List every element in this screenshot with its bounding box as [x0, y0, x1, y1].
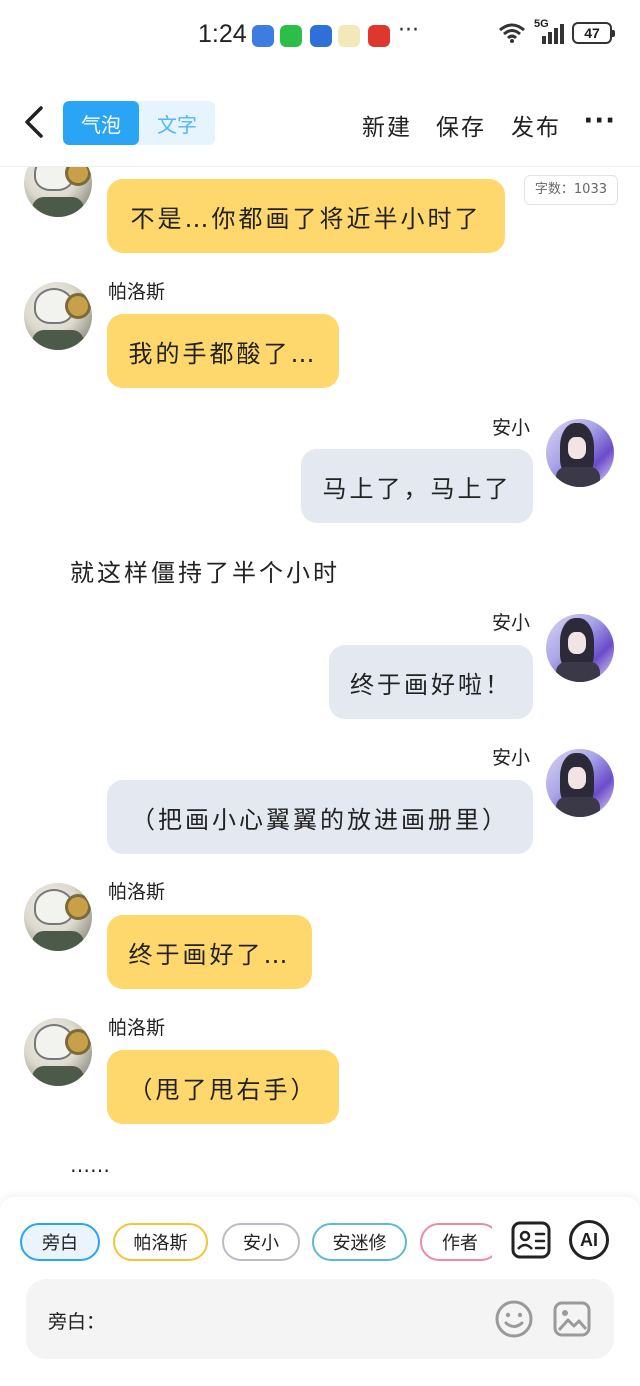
message-input[interactable]	[110, 1299, 480, 1339]
battery-icon: 47	[572, 22, 615, 44]
role-chip-label: 安小	[243, 1233, 279, 1254]
role-chip-label: 帕洛斯	[133, 1233, 188, 1254]
ai-button[interactable]: AI	[569, 1220, 609, 1260]
more-menu-button[interactable]: ···	[583, 106, 616, 136]
speaker-name: 帕洛斯	[108, 1017, 166, 1039]
speaker-name: 安小	[491, 417, 530, 439]
new-button[interactable]: 新建	[362, 108, 412, 142]
word-count-badge: 字数：1033	[523, 175, 618, 205]
role-chip-narrator[interactable]: 旁白	[20, 1223, 100, 1261]
speaker-name: 帕洛斯	[108, 281, 166, 303]
mode-toggle: 气泡 文字	[63, 101, 215, 145]
wechat-app-icon	[280, 25, 302, 47]
role-chip-label: 安迷修	[332, 1233, 387, 1254]
narration-text[interactable]: 就这样僵持了半个小时	[70, 553, 340, 588]
composer-panel: 旁白 帕洛斯 安小 安迷修 作者 AI 旁白：	[0, 1197, 640, 1386]
message-bubble[interactable]: 终于画好了…	[107, 915, 312, 989]
role-chip-author[interactable]: 作者	[420, 1223, 492, 1261]
role-manage-button[interactable]	[510, 1219, 552, 1261]
emoji-icon[interactable]	[494, 1299, 534, 1339]
network-type: 5G	[534, 18, 549, 30]
publish-button[interactable]: 发布	[511, 108, 561, 142]
more-notifications-icon: ···	[398, 18, 419, 43]
avatar-anxiao[interactable]	[546, 614, 614, 682]
save-button[interactable]: 保存	[436, 108, 486, 142]
message-bubble[interactable]: 终于画好啦！	[329, 645, 533, 719]
tab-bubble[interactable]: 气泡	[63, 101, 139, 145]
shopping-app-icon	[368, 25, 390, 47]
avatar-anxiao[interactable]	[546, 749, 614, 817]
message-bubble[interactable]: （甩了甩右手）	[107, 1050, 339, 1124]
avatar-palos[interactable]	[24, 1018, 92, 1086]
security-app-icon	[310, 25, 332, 47]
top-bar: 气泡 文字 新建 保存 发布 ···	[0, 92, 640, 154]
speaker-name: 帕洛斯	[108, 881, 166, 903]
avatar-anxiao[interactable]	[546, 419, 614, 487]
message-input-box: 旁白：	[26, 1279, 614, 1359]
back-button[interactable]	[16, 100, 52, 144]
chat-area[interactable]: 字数：1033 不是…你都画了将近半小时了 帕洛斯 我的手都酸了… 安小 马上了…	[0, 167, 640, 1197]
role-selector: 旁白 帕洛斯 安小 安迷修 作者	[20, 1223, 492, 1263]
image-icon[interactable]	[552, 1299, 592, 1339]
status-time: 1:24	[198, 20, 247, 48]
role-chip-label: 旁白	[42, 1233, 78, 1254]
status-right: 5G 47	[498, 18, 615, 44]
wifi-icon	[499, 23, 525, 43]
message-bubble[interactable]: （把画小心翼翼的放进画册里）	[107, 780, 533, 854]
speaker-name: 安小	[491, 747, 530, 769]
speaker-name: 安小	[491, 612, 530, 634]
role-chip-anxiao[interactable]: 安小	[222, 1223, 300, 1261]
tab-text[interactable]: 文字	[139, 101, 215, 145]
role-chip-anmixiu[interactable]: 安迷修	[312, 1223, 407, 1261]
message-bubble[interactable]: 马上了，马上了	[301, 449, 533, 523]
mascot-app-icon	[338, 25, 360, 47]
input-speaker-label: 旁白：	[48, 1311, 106, 1333]
contact-card-icon	[511, 1221, 551, 1259]
message-bubble[interactable]: 我的手都酸了…	[107, 314, 339, 388]
message-bubble[interactable]: 不是…你都画了将近半小时了	[107, 179, 505, 253]
narration-text[interactable]: ……	[70, 1153, 110, 1177]
role-chip-label: 作者	[442, 1233, 478, 1254]
chevron-left-icon	[25, 106, 43, 138]
role-chip-palos[interactable]: 帕洛斯	[113, 1223, 208, 1261]
browser-app-icon	[252, 25, 274, 47]
avatar-palos[interactable]	[24, 282, 92, 350]
avatar-palos[interactable]	[24, 883, 92, 951]
signal-icon: 5G	[534, 18, 564, 44]
avatar-palos[interactable]	[24, 167, 92, 217]
status-bar: 1:24 ··· 5G 47	[0, 0, 640, 70]
